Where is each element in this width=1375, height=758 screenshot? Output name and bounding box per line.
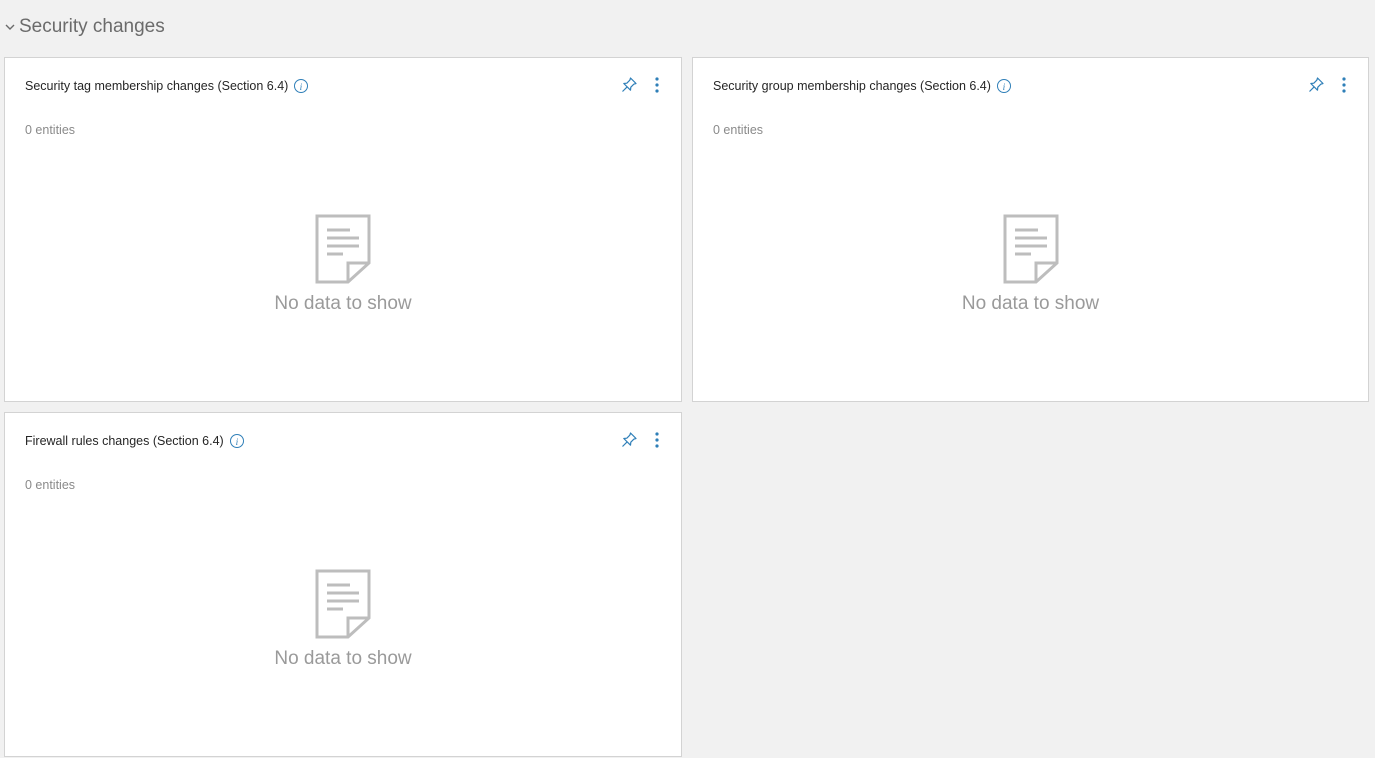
section-header[interactable]: Security changes	[0, 10, 165, 44]
empty-message: No data to show	[274, 648, 412, 669]
card-title-row: Firewall rules changes (Section 6.4) i	[25, 432, 245, 450]
card-title: Security tag membership changes (Section…	[25, 79, 289, 93]
pin-icon[interactable]	[1306, 75, 1326, 95]
entity-count: 0 entities	[25, 478, 76, 492]
more-vertical-icon[interactable]	[647, 75, 667, 95]
pin-icon[interactable]	[619, 75, 639, 95]
empty-message: No data to show	[961, 293, 1100, 314]
pin-icon[interactable]	[619, 430, 639, 450]
widget-card-security-tag: Security tag membership changes (Section…	[4, 57, 682, 402]
info-icon[interactable]: i	[229, 433, 245, 449]
svg-text:i: i	[300, 83, 303, 93]
entity-count: 0 entities	[25, 123, 76, 137]
card-actions	[619, 430, 667, 450]
section-title: Security changes	[19, 16, 165, 37]
card-title-row: Security tag membership changes (Section…	[25, 77, 309, 95]
card-actions	[1306, 75, 1354, 95]
info-icon[interactable]: i	[996, 78, 1012, 94]
widget-card-firewall-rules: Firewall rules changes (Section 6.4) i 0…	[4, 412, 682, 757]
document-icon	[1003, 214, 1058, 284]
card-title: Security group membership changes (Secti…	[713, 79, 991, 93]
document-icon	[315, 214, 371, 284]
card-actions	[619, 75, 667, 95]
empty-state: No data to show	[693, 213, 1368, 315]
empty-state: No data to show	[5, 213, 681, 315]
info-icon[interactable]: i	[293, 78, 309, 94]
page: Security changes Security tag membership…	[0, 0, 1375, 758]
svg-text:i: i	[235, 438, 238, 448]
more-vertical-icon[interactable]	[1334, 75, 1354, 95]
empty-message: No data to show	[274, 293, 412, 314]
more-vertical-icon[interactable]	[647, 430, 667, 450]
document-icon	[315, 569, 371, 639]
chevron-down-icon[interactable]	[2, 19, 18, 35]
empty-state: No data to show	[5, 568, 681, 670]
entity-count: 0 entities	[713, 123, 764, 137]
widget-card-security-group: Security group membership changes (Secti…	[692, 57, 1369, 402]
card-title: Firewall rules changes (Section 6.4)	[25, 434, 224, 448]
svg-text:i: i	[1003, 83, 1006, 93]
card-title-row: Security group membership changes (Secti…	[713, 77, 1012, 95]
